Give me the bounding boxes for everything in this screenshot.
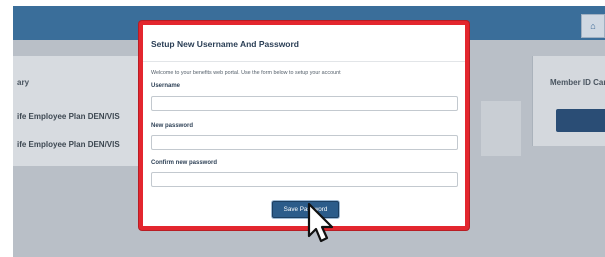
confirm-password-field[interactable] [151, 172, 458, 187]
member-id-card-title: Member ID Card [550, 78, 605, 87]
modal-header: Setup New Username And Password [143, 25, 465, 62]
member-id-card-button[interactable] [556, 109, 605, 132]
confirm-password-label: Confirm new password [151, 160, 218, 166]
username-field[interactable] [151, 96, 458, 111]
background-panel [481, 101, 521, 156]
intro-text: Welcome to your benefits web portal. Use… [151, 70, 341, 76]
home-icon: ⌂ [590, 21, 596, 31]
summary-panel-title: ary [17, 78, 30, 87]
new-password-field[interactable] [151, 135, 458, 150]
mouse-pointer-icon [307, 202, 334, 243]
username-label: Username [151, 83, 181, 89]
new-password-label: New password [151, 123, 194, 129]
setup-account-modal: Setup New Username And Password Welcome … [139, 21, 469, 230]
summary-panel: ary ife Employee Plan DEN/VIS ife Employ… [13, 56, 138, 166]
modal-title: Setup New Username And Password [151, 39, 300, 49]
home-button[interactable]: ⌂ [581, 14, 605, 38]
plan-row[interactable]: ife Employee Plan DEN/VIS [17, 140, 120, 149]
member-id-card-panel: Member ID Card [532, 56, 605, 146]
plan-row[interactable]: ife Employee Plan DEN/VIS [17, 112, 120, 121]
